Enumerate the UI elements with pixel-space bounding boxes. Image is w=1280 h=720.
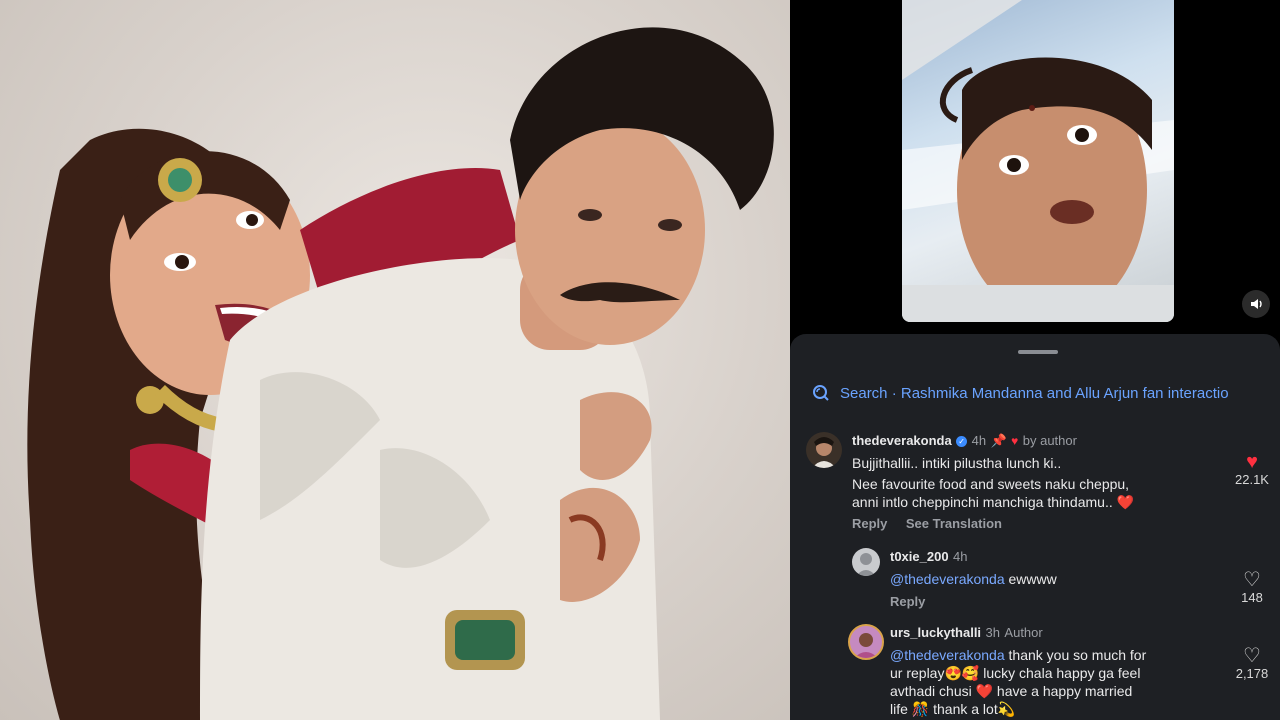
comment-reply-item: t0xie_200 4h @thedeverakonda ewwww Reply	[890, 548, 1210, 611]
verified-badge-icon: ✓	[956, 436, 968, 447]
comments-sheet: Search · Rashmika Mandanna and Allu Arju…	[790, 334, 1280, 720]
like-count: 148	[1241, 590, 1263, 605]
heart-filled-icon: ♥	[1246, 451, 1258, 473]
like-button[interactable]: ♥ 22.1K	[1230, 452, 1274, 487]
instagram-screen: Search · Rashmika Mandanna and Allu Arju…	[790, 0, 1280, 720]
by-author-tag: by author	[1022, 433, 1077, 448]
author-tag: Author	[1004, 625, 1043, 640]
comment-time: 3h	[985, 625, 1000, 640]
like-count: 2,178	[1235, 666, 1269, 681]
comment-username[interactable]: urs_luckythalli	[890, 625, 981, 640]
avatar[interactable]	[806, 432, 842, 468]
comment-line: anni intlo cheppinchi manchiga thindamu.…	[852, 494, 1113, 510]
search-bar[interactable]: Search · Rashmika Mandanna and Allu Arju…	[812, 384, 1229, 402]
couple-photo	[0, 0, 790, 720]
search-icon	[812, 384, 830, 402]
comment-username[interactable]: thedeverakonda	[852, 433, 952, 448]
reply-button[interactable]: Reply	[890, 594, 925, 609]
mention-link[interactable]: @thedeverakonda	[890, 647, 1005, 663]
speaker-icon[interactable]	[1242, 290, 1270, 318]
comment-line: Bujjithallii.. intiki pilustha lunch ki.…	[852, 455, 1062, 471]
heart-filled-icon: ♥	[1011, 434, 1019, 448]
comment-line: avthadi chusi ❤️ have a happy married	[890, 683, 1133, 699]
comment-line: ur replay😍🥰 lucky chala happy ga feel	[890, 665, 1141, 681]
avatar[interactable]	[848, 624, 884, 660]
like-button[interactable]: ♡ 148	[1230, 570, 1274, 605]
comment-line: Nee favourite food and sweets naku chepp…	[852, 476, 1130, 492]
comment-time: 4h	[953, 549, 968, 564]
see-translation-button[interactable]: See Translation	[906, 516, 1002, 531]
mention-link[interactable]: @thedeverakonda	[890, 571, 1005, 587]
search-label[interactable]: Search · Rashmika Mandanna and Allu Arju…	[840, 385, 1229, 402]
like-count: 22.1K	[1235, 472, 1269, 487]
sheet-drag-handle[interactable]	[1018, 350, 1058, 354]
comment-time: 4h	[971, 433, 987, 448]
pin-icon: 📌	[990, 433, 1007, 448]
reel-video[interactable]	[902, 0, 1174, 322]
avatar[interactable]	[852, 548, 880, 576]
comment-thread-item: thedeverakonda ✓ 4h 📌 ♥ by author Bujjit…	[852, 432, 1212, 533]
heart-outline-icon: ♡	[1243, 645, 1261, 667]
reply-button[interactable]: Reply	[852, 516, 887, 531]
comment-username[interactable]: t0xie_200	[890, 549, 949, 564]
comment-reply-item: urs_luckythalli 3h Author @thedeverakond…	[890, 624, 1210, 718]
comment-line: life 🎊 thank a lot💫	[890, 701, 1016, 717]
comment-text: ewwww	[1008, 571, 1057, 587]
heart-emoji-icon: ❤️	[1116, 494, 1135, 510]
heart-outline-icon: ♡	[1243, 569, 1261, 591]
like-button[interactable]: ♡ 2,178	[1230, 646, 1274, 681]
comment-line: thank you so much for	[1008, 647, 1147, 663]
